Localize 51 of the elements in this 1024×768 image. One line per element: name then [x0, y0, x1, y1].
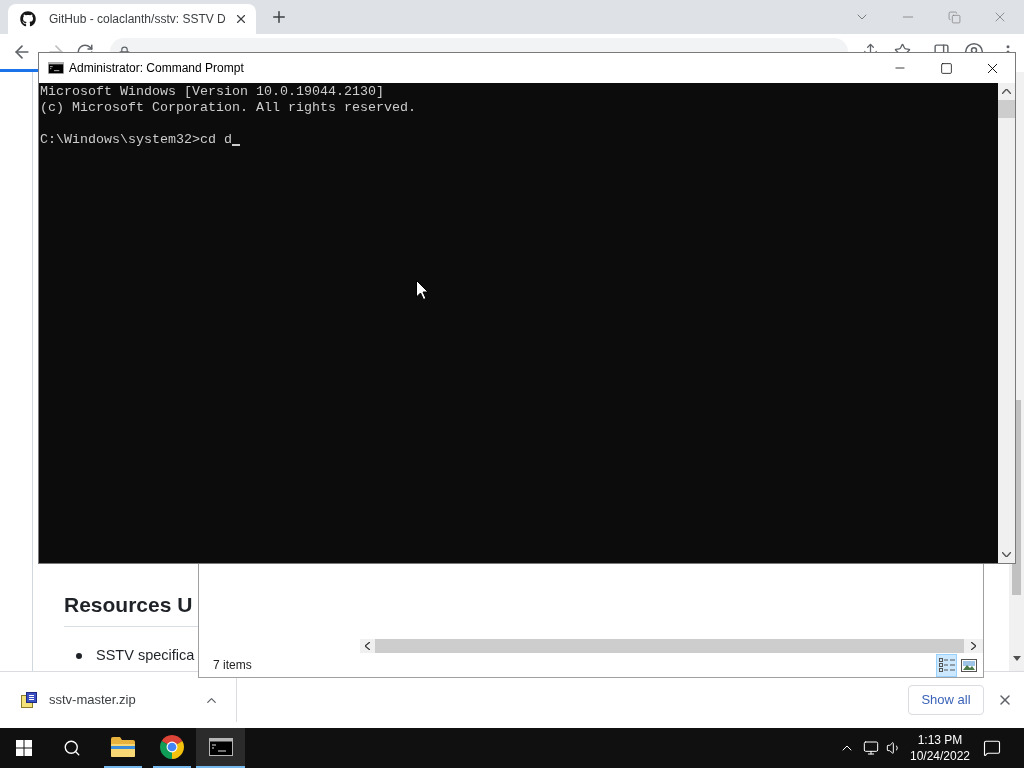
windows-logo-icon	[16, 740, 32, 756]
scroll-down-icon[interactable]	[1002, 552, 1011, 557]
profile-icon[interactable]	[964, 42, 984, 52]
list-view-icon	[938, 658, 955, 672]
window-title: Administrator: Command Prompt	[69, 60, 244, 77]
mouse-pointer-icon	[416, 280, 429, 300]
scrollbar-thumb[interactable]	[1012, 564, 1021, 595]
show-all-button[interactable]: Show all	[908, 685, 984, 715]
github-logo-icon	[20, 11, 36, 27]
text-cursor-icon	[231, 144, 240, 146]
speech-bubble-icon[interactable]	[983, 739, 1001, 757]
side-panel-icon[interactable]	[933, 43, 950, 52]
star-icon[interactable]	[894, 43, 911, 52]
download-item[interactable]: sstv-master.zip	[0, 678, 236, 722]
browser-tab[interactable]: GitHub - colaclanth/sstv: SSTV D	[8, 4, 256, 34]
scroll-right-icon[interactable]	[971, 642, 976, 650]
lock-icon[interactable]	[118, 46, 131, 52]
taskbar-button[interactable]	[196, 728, 245, 768]
new-tab-icon[interactable]	[270, 8, 288, 26]
view-button[interactable]	[936, 653, 957, 677]
scrollbar-thumb[interactable]	[1016, 400, 1021, 564]
picture-icon	[960, 658, 977, 672]
scrollbar-thumb[interactable]	[998, 100, 1015, 118]
folder-icon	[110, 737, 135, 757]
archive-file-icon	[21, 692, 37, 708]
console-text: (c) Microsoft Corporation. All rights reserved.	[40, 100, 416, 116]
share-icon[interactable]	[862, 43, 879, 52]
bullet-icon	[76, 653, 82, 659]
chrome-logo-icon	[159, 735, 184, 759]
clock-time[interactable]: 1:13 PM	[917, 732, 963, 748]
console-area[interactable]: Microsoft Windows [Version 10.0.19044.2130] (c) Microsoft Corporation. All rights reserved. C:\Windows\system32>cd d	[39, 83, 998, 563]
maximize-icon[interactable]	[939, 61, 953, 75]
terminal-icon	[208, 738, 233, 756]
search-icon[interactable]	[63, 739, 81, 757]
list-item-text: SSTV specifica	[96, 646, 195, 666]
scrollbar[interactable]	[1016, 72, 1024, 564]
clock-date[interactable]: 10/24/2022	[909, 748, 971, 764]
close-icon[interactable]	[234, 12, 248, 26]
item-count: 7 items	[213, 657, 252, 674]
scroll-down-icon[interactable]	[1012, 656, 1021, 661]
reload-icon[interactable]	[76, 43, 94, 52]
scroll-left-icon[interactable]	[365, 642, 370, 650]
close-icon[interactable]	[997, 692, 1013, 708]
terminal-icon	[48, 62, 64, 74]
console-text: C:\Windows\system32>cd d	[40, 132, 232, 148]
monitor-icon[interactable]	[863, 740, 879, 756]
scrollbar[interactable]	[998, 83, 1015, 563]
scrollbar[interactable]	[1009, 564, 1024, 671]
scroll-up-icon[interactable]	[1002, 89, 1011, 94]
section-heading: Resources U	[64, 592, 193, 618]
console-text: Microsoft Windows [Version 10.0.19044.2130]	[40, 84, 384, 100]
